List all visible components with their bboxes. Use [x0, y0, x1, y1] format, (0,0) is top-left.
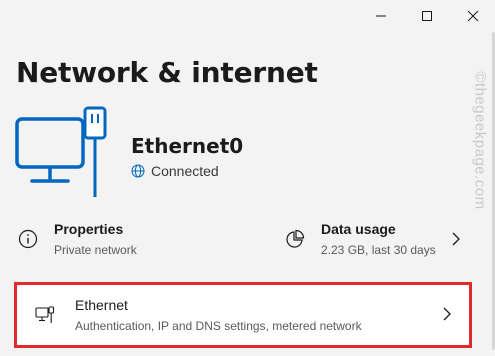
chevron-right-icon	[443, 307, 451, 321]
minimize-icon	[376, 15, 386, 17]
ethernet-row-title: Ethernet	[75, 297, 128, 313]
globe-icon	[131, 164, 145, 178]
data-usage-card[interactable]: Data usage 2.23 GB, last 30 days	[283, 213, 473, 265]
properties-subtitle: Private network	[54, 243, 137, 257]
close-icon	[467, 10, 479, 22]
ethernet-row-subtitle: Authentication, IP and DNS settings, met…	[75, 319, 362, 333]
status-text: Connected	[151, 163, 219, 179]
properties-title: Properties	[54, 221, 124, 237]
ethernet-monitor-icon	[14, 105, 114, 210]
ethernet-icon	[35, 306, 55, 323]
data-usage-title: Data usage	[321, 221, 396, 237]
page-title: Network & internet	[16, 56, 318, 89]
title-bar	[0, 0, 495, 32]
watermark: ©thegeekpage.com	[470, 55, 490, 225]
pie-chart-icon	[286, 229, 305, 248]
chevron-right-icon	[452, 232, 460, 246]
watermark-text: ©thegeekpage.com	[471, 70, 489, 210]
device-status: Connected	[131, 163, 219, 179]
ethernet-settings-row[interactable]: Ethernet Authentication, IP and DNS sett…	[16, 284, 471, 346]
data-usage-subtitle: 2.23 GB, last 30 days	[321, 243, 436, 257]
maximize-button[interactable]	[404, 0, 450, 32]
device-name: Ethernet0	[131, 134, 244, 158]
minimize-button[interactable]	[358, 0, 404, 32]
maximize-icon	[422, 11, 432, 21]
properties-card[interactable]: Properties Private network	[16, 213, 256, 265]
info-icon	[18, 229, 38, 249]
close-button[interactable]	[450, 0, 495, 32]
